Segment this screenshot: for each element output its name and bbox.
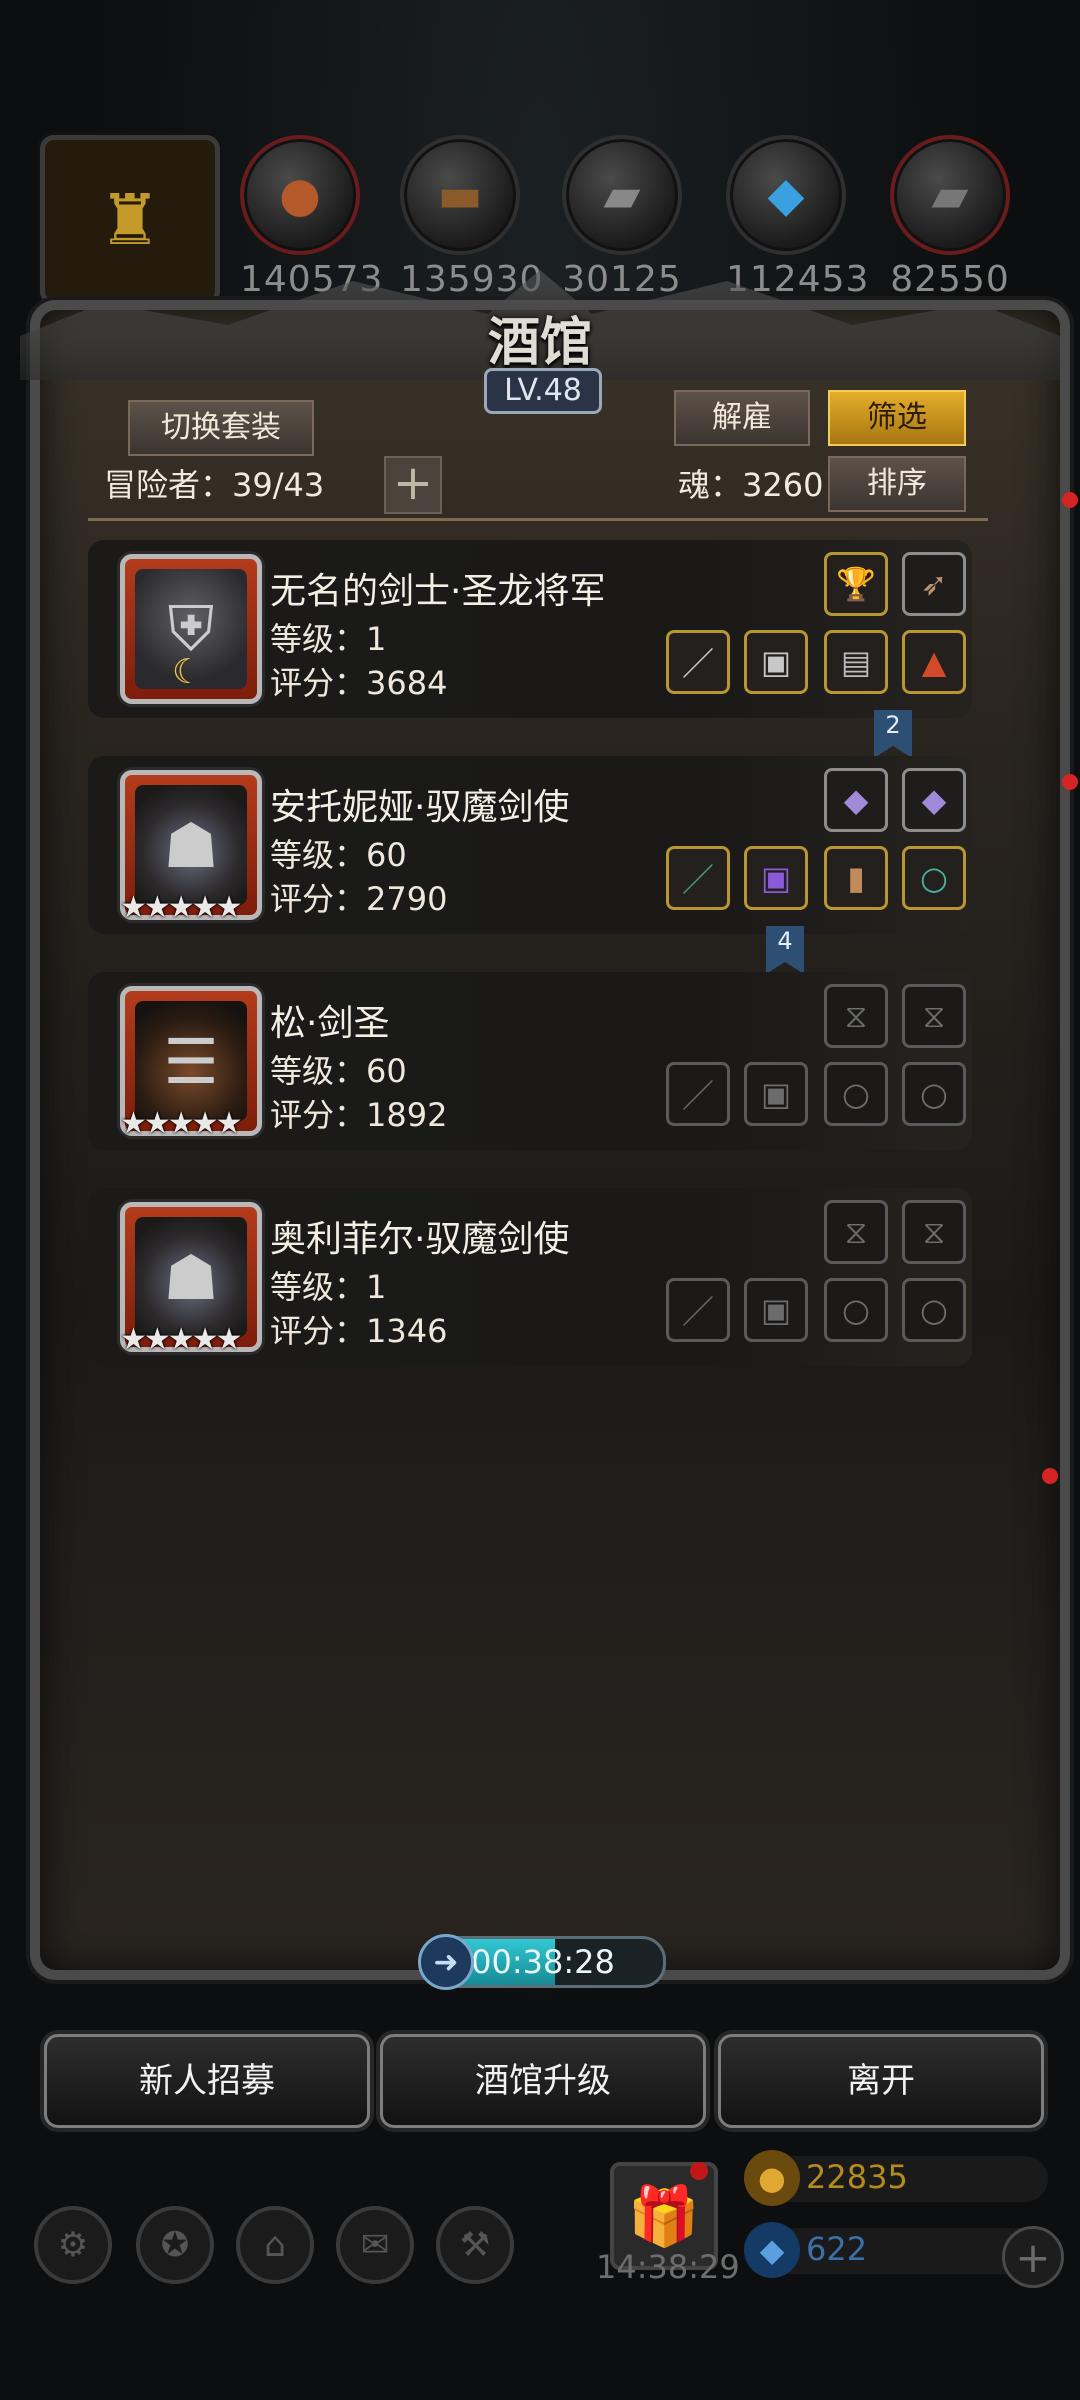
resource-iron-value: 30125 <box>562 259 682 300</box>
gem-icon: ◆ <box>744 2222 800 2278</box>
sort-button[interactable]: 排序 <box>828 456 966 512</box>
add-currency-icon[interactable]: + <box>1002 2226 1064 2288</box>
hero-name: 无名的剑士·圣龙将军 <box>270 571 606 612</box>
tavern-level-badge: LV.48 <box>484 368 602 414</box>
hero-level: 等级：1 <box>270 620 387 658</box>
resource-meat[interactable]: ● 140573 <box>240 135 382 305</box>
hero-name: 安托妮娅·驭魔剑使 <box>270 787 570 828</box>
crystal-shard-icon[interactable]: ◆ <box>824 768 888 832</box>
spear-slot-icon[interactable]: ／ <box>666 846 730 910</box>
ring-slot-icon[interactable]: ○ <box>902 846 966 910</box>
trophy-icon[interactable]: 🏆 <box>824 552 888 616</box>
mail-icon[interactable]: ✉ <box>336 2206 414 2284</box>
gem-amount: 622 <box>806 2230 868 2268</box>
iron-icon: ▰ <box>562 135 682 255</box>
star-rating: ★★★★★ <box>120 1322 242 1357</box>
leave-button[interactable]: 离开 <box>718 2034 1044 2128</box>
panel-title: 酒馆 <box>487 312 592 373</box>
switch-outfit-button[interactable]: 切换套装 <box>128 400 314 456</box>
hero-card[interactable]: ☗ ★★★★★ 安托妮娅·驭魔剑使 等级：60 评分：2790 ◆ ◆ ／ ▣ … <box>88 756 972 934</box>
wood-icon: ▬ <box>400 135 520 255</box>
refresh-arrow-icon: ➜ <box>418 1934 474 1990</box>
empty-ring-slot-icon[interactable]: ○ <box>824 1278 888 1342</box>
empty-ring-slot-icon[interactable]: ○ <box>902 1062 966 1126</box>
empty-weapon-slot-icon[interactable]: ／ <box>666 1062 730 1126</box>
crescent-badge-icon: ☾ <box>172 652 203 692</box>
add-adventurer-button[interactable]: + <box>384 456 442 514</box>
hero-score: 评分：3684 <box>270 664 448 702</box>
star-rating: ★★★★★ <box>120 1106 242 1141</box>
resource-iron[interactable]: ▰ 30125 <box>562 135 682 305</box>
empty-accessory-slot-icon[interactable]: ⧖ <box>902 1200 966 1264</box>
empty-weapon-slot-icon[interactable]: ／ <box>666 1278 730 1342</box>
gold-coin-icon: ● <box>744 2150 800 2206</box>
empty-ring-slot-icon[interactable]: ○ <box>902 1278 966 1342</box>
hero-name: 奥利菲尔·驭魔剑使 <box>270 1219 570 1260</box>
hero-card[interactable]: ⛨ ☾ 无名的剑士·圣龙将军 等级：1 评分：3684 🏆 ➶ ／ ▣ ▤ ▲ <box>88 540 972 718</box>
settings-gear-icon[interactable]: ⚙ <box>34 2206 112 2284</box>
notification-dot <box>690 2162 708 2180</box>
notification-dot <box>1062 774 1078 790</box>
recruit-button[interactable]: 新人招募 <box>44 2034 370 2128</box>
adventurer-count: 冒险者：39/43 <box>104 466 325 504</box>
stone-icon: ▰ <box>890 135 1010 255</box>
purple-armor-slot-icon[interactable]: ▣ <box>744 846 808 910</box>
hooded-woman-icon: ☗ <box>135 1217 247 1337</box>
resource-stone[interactable]: ▰ 82550 <box>890 135 1010 305</box>
sword-slot-icon[interactable]: ／ <box>666 630 730 694</box>
hero-name: 松·剑圣 <box>270 1003 390 1044</box>
resource-crystal[interactable]: ◆ 112453 <box>726 135 868 305</box>
gift-countdown: 14:38:29 <box>596 2248 740 2286</box>
hero-level: 等级：60 <box>270 1052 407 1090</box>
gold-amount: 22835 <box>806 2158 908 2196</box>
resource-stone-value: 82550 <box>890 259 1010 300</box>
whip-icon[interactable]: ➶ <box>902 552 966 616</box>
divider <box>88 518 988 521</box>
hooded-woman-icon: ☗ <box>135 785 247 905</box>
empty-armor-slot-icon[interactable]: ▣ <box>744 1278 808 1342</box>
empty-accessory-slot-icon[interactable]: ⧖ <box>902 984 966 1048</box>
meat-icon: ● <box>240 135 360 255</box>
notification-dot <box>1062 492 1078 508</box>
plus-icon: + <box>392 455 434 511</box>
gauntlet-slot-icon[interactable]: ▤ <box>824 630 888 694</box>
tavern-icon[interactable]: ⌂ <box>236 2206 314 2284</box>
notification-dot <box>1042 1468 1058 1484</box>
straw-hat-swordsman-icon: ☰ <box>135 1001 247 1121</box>
hero-level: 等级：60 <box>270 836 407 874</box>
empty-accessory-slot-icon[interactable]: ⧖ <box>824 1200 888 1264</box>
hero-card[interactable]: ☗ ★★★★★ 奥利菲尔·驭魔剑使 等级：1 评分：1346 ⧖ ⧖ ／ ▣ ○… <box>88 1188 972 1366</box>
soul-count: 魂：3260 <box>678 466 824 504</box>
boots-slot-icon[interactable]: ▮ <box>824 846 888 910</box>
achievement-icon[interactable]: ✪ <box>136 2206 214 2284</box>
filter-button[interactable]: 筛选 <box>828 390 966 446</box>
red-boots-slot-icon[interactable]: ▲ <box>902 630 966 694</box>
hero-score: 评分：1892 <box>270 1096 448 1134</box>
empty-armor-slot-icon[interactable]: ▣ <box>744 1062 808 1126</box>
resource-wood[interactable]: ▬ 135930 <box>400 135 544 305</box>
equipment-icon[interactable]: ⚒ <box>436 2206 514 2284</box>
star-rating: ★★★★★ <box>120 890 242 925</box>
hero-score: 评分：2790 <box>270 880 448 918</box>
empty-ring-slot-icon[interactable]: ○ <box>824 1062 888 1126</box>
crystal-icon: ◆ <box>726 135 846 255</box>
resource-wood-value: 135930 <box>400 259 544 300</box>
armor-slot-icon[interactable]: ▣ <box>744 630 808 694</box>
crystal-shard-icon[interactable]: ◆ <box>902 768 966 832</box>
empty-accessory-slot-icon[interactable]: ⧖ <box>824 984 888 1048</box>
hero-level: 等级：1 <box>270 1268 387 1306</box>
dismiss-button[interactable]: 解雇 <box>674 390 810 446</box>
hero-score: 评分：1346 <box>270 1312 448 1350</box>
hero-card[interactable]: ☰ ★★★★★ 松·剑圣 等级：60 评分：1892 ⧖ ⧖ ／ ▣ ○ ○ <box>88 972 972 1150</box>
tavern-upgrade-button[interactable]: 酒馆升级 <box>380 2034 706 2128</box>
